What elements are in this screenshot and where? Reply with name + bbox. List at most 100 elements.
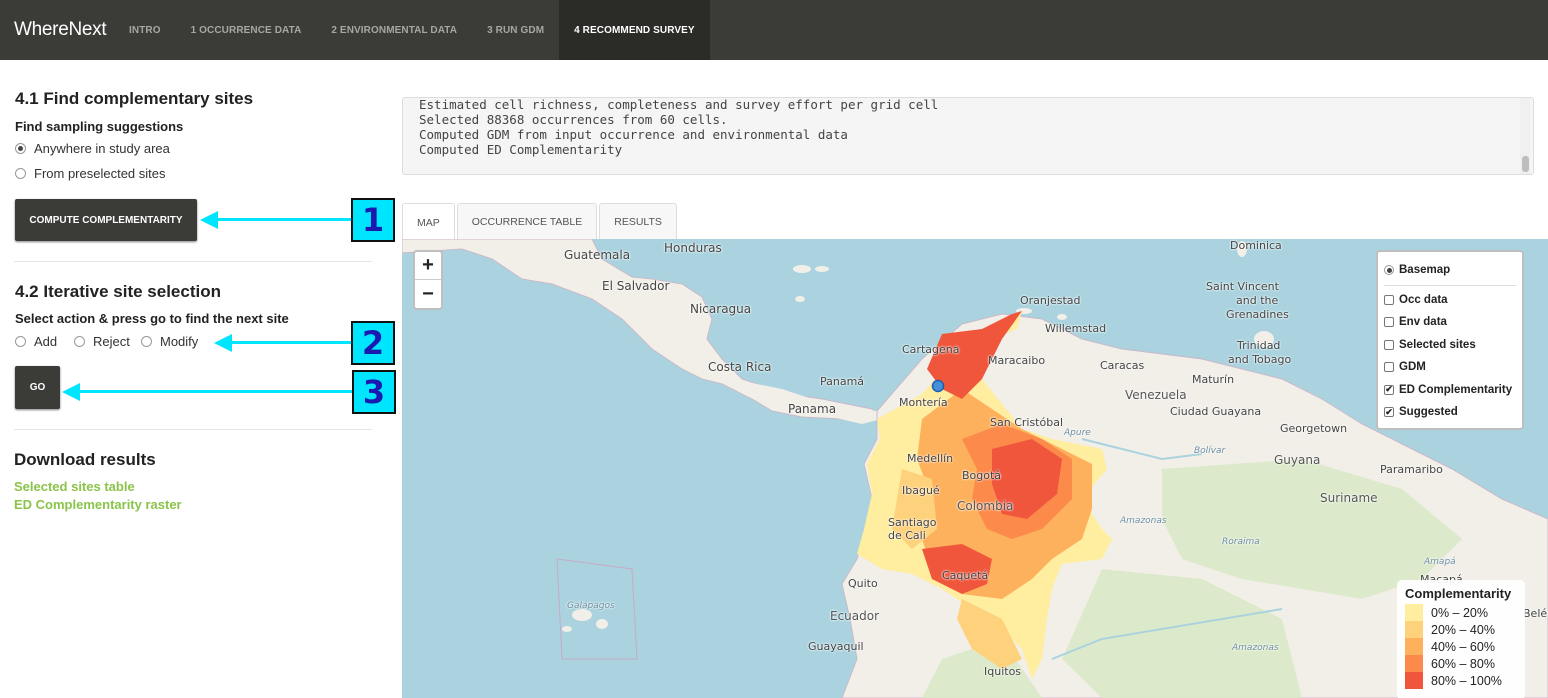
place-label: Colombia [957,499,1014,513]
tab-results[interactable]: RESULTS [599,203,677,240]
radio-label: Anywhere in study area [34,141,170,156]
console-log[interactable]: Estimated cell richness, completeness an… [402,97,1534,175]
layers-control: Basemap Occ data Env data Selected sites… [1376,250,1524,430]
result-tabs: MAP OCCURRENCE TABLE RESULTS [402,203,679,241]
nav-tab-intro[interactable]: INTRO [114,0,176,60]
checkbox-indicator[interactable] [1384,317,1394,328]
legend-swatch [1405,655,1423,672]
place-label: Guatemala [564,248,631,262]
layer-occ-data[interactable]: Occ data [1384,289,1516,312]
place-label: Caquetá [942,569,989,582]
radio-indicator[interactable] [141,336,152,347]
log-line-4: Computed ED Complementarity [419,142,623,157]
place-label: Oranjestad [1020,294,1081,307]
radio-reject[interactable]: Reject [74,334,130,349]
nav-tab-occurrence-data[interactable]: 1 OCCURRENCE DATA [176,0,317,60]
selected-sites-table-link[interactable]: Selected sites table [14,479,135,494]
place-label: Belém [1523,607,1548,620]
radio-modify[interactable]: Modify [141,334,198,349]
place-label: Apure [1064,428,1091,438]
divider [1384,284,1516,286]
divider [14,261,372,262]
tab-map[interactable]: MAP [402,203,455,241]
layer-gdm[interactable]: GDM [1384,356,1516,379]
annotation-badge-2: 2 [351,321,395,365]
place-label: Saint Vincent [1206,280,1279,293]
annotation-arrow-2-line [229,341,351,344]
place-label: Grenadines [1226,308,1289,321]
place-label: and Tobago [1228,353,1292,366]
place-label: Panamá [820,375,865,388]
layer-env-data[interactable]: Env data [1384,311,1516,334]
legend-label: 40% – 60% [1431,639,1495,654]
place-label: Guayaquil [808,640,864,653]
place-label: Cartagena [902,343,960,356]
layer-ed-complementarity[interactable]: ✔ ED Complementarity [1384,379,1516,402]
layer-label: GDM [1399,361,1426,374]
radio-label: From preselected sites [34,166,166,181]
go-button[interactable]: GO [15,366,60,409]
zoom-control: + − [413,250,443,310]
checkbox-checked-icon[interactable]: ✔ [1384,384,1394,395]
place-label: Paramaribo [1380,463,1443,476]
zoom-out-button[interactable]: − [415,280,441,308]
place-label: Bolívar [1194,446,1226,456]
place-label: Amapá [1424,557,1456,567]
checkbox-checked-icon[interactable]: ✔ [1384,407,1394,418]
legend-item: 80% – 100% [1405,672,1517,689]
annotation-badge-1: 1 [351,198,395,242]
map-legend: Complementarity 0% – 20% 20% – 40% 40% –… [1397,580,1525,698]
place-label: Georgetown [1280,422,1348,435]
place-label: Iquitos [984,665,1022,678]
place-label: Medellín [907,452,954,465]
nav-tab-recommend-survey[interactable]: 4 RECOMMEND SURVEY [559,0,710,60]
place-label: and the [1236,294,1279,307]
legend-label: 80% – 100% [1431,673,1502,688]
place-label: Maracaibo [988,354,1046,367]
layer-selected-sites[interactable]: Selected sites [1384,334,1516,357]
place-label: Suriname [1320,491,1378,505]
zoom-in-button[interactable]: + [415,252,441,280]
place-label: Bogotá [962,469,1002,482]
tab-occurrence-table[interactable]: OCCURRENCE TABLE [456,203,598,240]
checkbox-indicator[interactable] [1384,339,1394,350]
place-label: Quito [848,577,878,590]
nav-tab-run-gdm[interactable]: 3 RUN GDM [472,0,559,60]
divider [14,429,372,430]
log-scrollbar-thumb[interactable] [1522,156,1529,172]
checkbox-indicator[interactable] [1384,294,1394,305]
place-label: Guyana [1274,453,1321,467]
legend-label: 20% – 40% [1431,622,1495,637]
radio-indicator[interactable] [15,336,26,347]
place-label: Maturín [1192,373,1235,386]
radio-label: Add [34,334,58,349]
ed-complementarity-raster-link[interactable]: ED Complementarity raster [14,497,182,512]
radio-indicator[interactable] [15,143,26,154]
radio-label: Modify [160,334,199,349]
radio-indicator[interactable] [74,336,85,347]
layer-label: Occ data [1399,293,1448,306]
checkbox-indicator[interactable] [1384,362,1394,373]
place-label: de Cali [888,529,926,542]
app-brand[interactable]: WhereNext [0,0,114,60]
legend-swatch [1405,621,1423,638]
place-label: Montería [899,396,948,409]
place-label: Roraima [1222,537,1260,547]
place-label: Ciudad Guayana [1170,405,1262,418]
radio-indicator[interactable] [1384,265,1394,276]
annotation-badge-3: 3 [352,370,396,414]
layer-basemap[interactable]: Basemap [1384,259,1516,282]
radio-indicator[interactable] [15,168,26,179]
legend-label: 60% – 80% [1431,656,1495,671]
radio-anywhere[interactable]: Anywhere in study area [15,141,170,156]
map-view[interactable]: Honduras Guatemala El Salvador Nicaragua… [402,239,1548,698]
radio-label: Reject [93,334,130,349]
nav-tab-environmental-data[interactable]: 2 ENVIRONMENTAL DATA [316,0,472,60]
radio-add[interactable]: Add [15,334,57,349]
layer-suggested[interactable]: ✔ Suggested [1384,401,1516,424]
compute-complementarity-button[interactable]: COMPUTE COMPLEMENTARITY [15,199,197,241]
place-label: Galápagos [567,601,615,611]
place-label: Ecuador [830,609,880,623]
legend-label: 0% – 20% [1431,605,1488,620]
radio-preselected[interactable]: From preselected sites [15,166,166,181]
